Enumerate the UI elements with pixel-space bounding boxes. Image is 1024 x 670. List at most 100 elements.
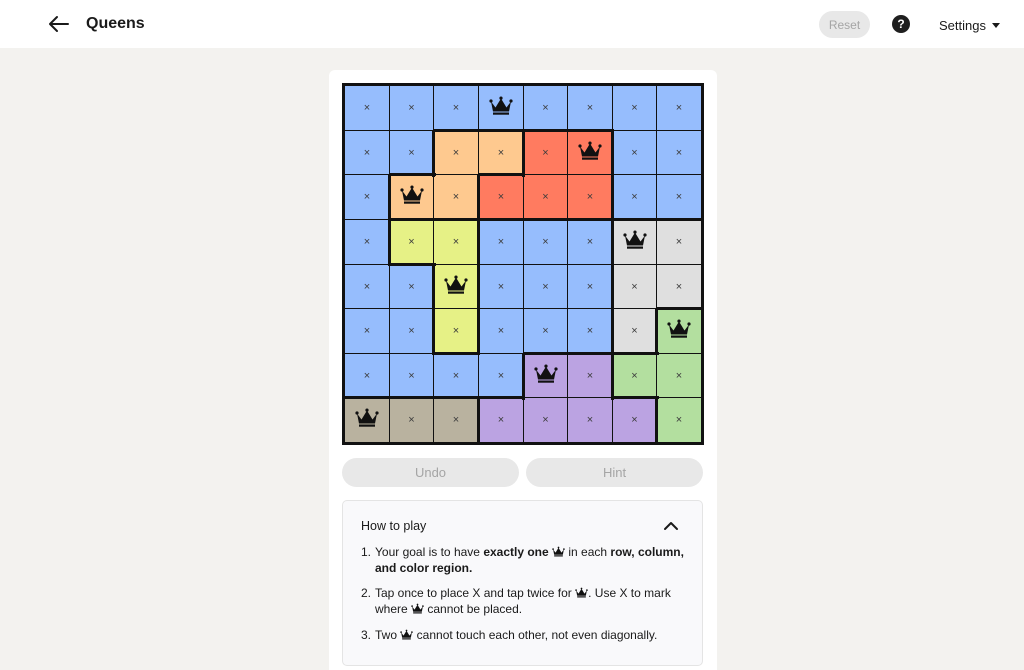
board-cell[interactable]: × xyxy=(434,220,478,264)
board-cell[interactable]: × xyxy=(524,86,567,130)
board-cell[interactable]: × xyxy=(345,265,389,308)
how-to-play-panel: How to play 1. Your goal is to have exac… xyxy=(342,500,703,666)
board-cell[interactable]: × xyxy=(613,86,656,130)
board-cell[interactable]: × xyxy=(479,220,523,264)
settings-dropdown[interactable]: Settings xyxy=(939,17,1000,33)
board-cell[interactable] xyxy=(613,220,656,264)
region-border xyxy=(477,174,480,221)
region-border xyxy=(567,218,614,221)
board-cell[interactable]: × xyxy=(524,265,567,308)
how-to-play-title: How to play xyxy=(361,519,427,533)
board-cell[interactable]: × xyxy=(613,354,656,397)
region-border xyxy=(611,130,614,177)
board-cell[interactable]: × xyxy=(568,398,612,442)
board-cell[interactable]: × xyxy=(479,398,523,442)
board-cell[interactable]: × xyxy=(390,309,433,353)
x-mark: × xyxy=(631,325,638,337)
board-cell[interactable]: × xyxy=(613,265,656,308)
board-cell[interactable]: × xyxy=(345,131,389,174)
board-cell[interactable]: × xyxy=(390,265,433,308)
board-cell[interactable]: × xyxy=(657,86,701,130)
board-cell[interactable]: × xyxy=(390,220,433,264)
board-cell[interactable]: × xyxy=(390,398,433,442)
x-mark: × xyxy=(497,369,505,382)
board-cell[interactable]: × xyxy=(524,309,567,353)
board-cell[interactable] xyxy=(345,398,389,442)
board-cell[interactable] xyxy=(479,86,523,130)
board-cell[interactable] xyxy=(434,265,478,308)
arrow-left-icon xyxy=(49,16,69,32)
board-cell[interactable]: × xyxy=(568,220,612,264)
crown-icon xyxy=(667,318,691,344)
board-cell[interactable]: × xyxy=(524,175,567,219)
undo-button[interactable]: Undo xyxy=(342,458,519,487)
board-cell[interactable]: × xyxy=(524,398,567,442)
x-mark: × xyxy=(631,102,638,114)
board-cell[interactable]: × xyxy=(657,220,701,264)
hint-button[interactable]: Hint xyxy=(526,458,703,487)
board-cell[interactable]: × xyxy=(390,354,433,397)
board-cell[interactable]: × xyxy=(434,398,478,442)
board-cell[interactable]: × xyxy=(345,86,389,130)
x-mark: × xyxy=(675,102,683,114)
board-cell[interactable]: × xyxy=(568,354,612,397)
board-cell[interactable]: × xyxy=(434,175,478,219)
board-cell[interactable]: × xyxy=(390,131,433,174)
board-cell[interactable]: × xyxy=(613,131,656,174)
board-cell[interactable] xyxy=(568,131,612,174)
board-cell[interactable]: × xyxy=(613,398,656,442)
board-cell[interactable]: × xyxy=(345,309,389,353)
x-mark: × xyxy=(363,191,371,203)
board-cell[interactable]: × xyxy=(524,220,567,264)
board-cell[interactable]: × xyxy=(345,220,389,264)
x-mark: × xyxy=(452,325,460,337)
board-cell[interactable]: × xyxy=(345,354,389,397)
board-cell[interactable] xyxy=(390,175,433,219)
region-border xyxy=(477,219,480,266)
board-cell[interactable]: × xyxy=(657,398,701,442)
x-mark: × xyxy=(408,325,415,337)
board-cell[interactable]: × xyxy=(345,175,389,219)
crown-icon xyxy=(489,95,513,121)
board-cell[interactable]: × xyxy=(434,354,478,397)
x-mark: × xyxy=(408,369,415,382)
x-mark: × xyxy=(631,191,638,203)
region-border xyxy=(477,397,480,444)
board-cell[interactable]: × xyxy=(657,265,701,308)
board-cell[interactable]: × xyxy=(568,86,612,130)
region-border xyxy=(478,173,525,176)
reset-button[interactable]: Reset xyxy=(819,11,870,38)
board-cell[interactable]: × xyxy=(524,131,567,174)
board-cell[interactable] xyxy=(524,354,567,397)
region-border xyxy=(522,353,525,400)
region-border xyxy=(433,129,480,132)
board-cell[interactable]: × xyxy=(390,86,433,130)
board-cell[interactable]: × xyxy=(479,265,523,308)
x-mark: × xyxy=(675,280,683,293)
board-cell[interactable]: × xyxy=(434,86,478,130)
board-cell[interactable]: × xyxy=(434,309,478,353)
crown-icon xyxy=(444,274,468,300)
board-cell[interactable]: × xyxy=(479,175,523,219)
question-circle-icon[interactable]: ? xyxy=(892,15,910,33)
board-cell[interactable]: × xyxy=(568,265,612,308)
region-border xyxy=(612,396,659,399)
board-cell[interactable]: × xyxy=(613,175,656,219)
board-cell[interactable]: × xyxy=(568,175,612,219)
board-cell[interactable]: × xyxy=(434,131,478,174)
x-mark: × xyxy=(542,102,549,114)
board-cell[interactable]: × xyxy=(479,354,523,397)
board-cell[interactable]: × xyxy=(568,309,612,353)
board-cell[interactable]: × xyxy=(613,309,656,353)
game-card: × × × × × × × × × × × × × × × × × × × × × × × × × × × × × × × × × × × × × × × ×… xyxy=(329,70,717,670)
board-cell[interactable]: × xyxy=(479,309,523,353)
back-button[interactable] xyxy=(44,12,72,36)
x-mark: × xyxy=(408,146,415,159)
board-cell[interactable]: × xyxy=(657,175,701,219)
chevron-up-icon[interactable] xyxy=(663,519,679,533)
board-cell[interactable]: × xyxy=(657,131,701,174)
crown-icon xyxy=(355,407,379,433)
board-cell[interactable]: × xyxy=(657,354,701,397)
board-cell[interactable]: × xyxy=(479,131,523,174)
board-cell[interactable] xyxy=(657,309,701,353)
